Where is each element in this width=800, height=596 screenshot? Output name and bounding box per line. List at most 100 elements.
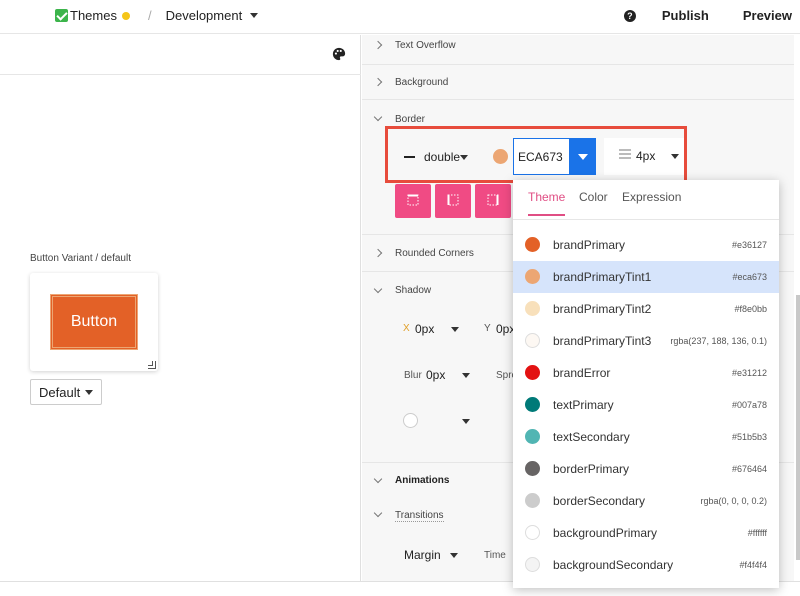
color-option[interactable]: brandPrimary #e36127 [513, 229, 779, 261]
shadow-x-input[interactable]: 0px [415, 322, 434, 336]
border-color-input[interactable]: ECA673 [513, 138, 570, 175]
color-option-value: #ffffff [747, 528, 767, 538]
shadow-x-label: X [403, 323, 410, 334]
section-title: Text Overflow [395, 40, 456, 51]
color-option[interactable]: borderPrimary #676464 [513, 453, 779, 485]
color-option-name: brandPrimaryTint3 [553, 334, 652, 348]
border-style-icon [404, 156, 415, 158]
color-option-value: #e31212 [731, 368, 767, 378]
color-option[interactable]: backgroundSecondary #f4f4f4 [513, 549, 779, 581]
tab-expression[interactable]: Expression [622, 190, 681, 214]
chevron-down-icon[interactable] [462, 373, 470, 378]
color-swatch [525, 365, 540, 380]
theme-breadcrumb: Themes / Development [55, 8, 259, 23]
environment-selector[interactable]: Development [166, 8, 259, 23]
status-dot [121, 11, 130, 20]
border-left-icon [447, 194, 459, 206]
chevron-down-icon[interactable] [373, 284, 383, 294]
chevron-down-icon[interactable] [450, 553, 458, 558]
chevron-down-icon[interactable] [462, 419, 470, 424]
border-right-icon [487, 194, 499, 206]
section-text-overflow[interactable]: Text Overflow [362, 35, 794, 65]
chevron-down-icon[interactable] [373, 112, 383, 122]
border-color-swatch[interactable] [493, 149, 508, 164]
publish-button[interactable]: Publish [662, 8, 709, 23]
section-title: Shadow [395, 285, 432, 296]
line-weight-icon [619, 149, 631, 159]
chevron-down-icon[interactable] [451, 327, 459, 332]
checkbox-icon[interactable] [55, 9, 68, 22]
chevron-right-icon [373, 77, 383, 87]
chevron-down-icon [85, 390, 93, 395]
color-option[interactable]: brandPrimaryTint3 rgba(237, 188, 136, 0.1… [513, 325, 779, 357]
demo-button[interactable]: Button [50, 294, 138, 350]
color-option-name: brandPrimary [553, 238, 626, 252]
resize-handle-icon[interactable] [148, 361, 156, 369]
border-width-select[interactable]: 4px [604, 138, 684, 175]
color-option-name: brandPrimaryTint1 [553, 270, 652, 284]
shadow-color-swatch[interactable] [403, 413, 418, 428]
color-swatch [525, 429, 540, 444]
color-option-name: brandError [553, 366, 611, 380]
shadow-blur-input[interactable]: 0px [426, 368, 445, 382]
border-style-select[interactable]: double [424, 150, 460, 164]
scrollbar[interactable] [796, 295, 800, 560]
border-top-icon [407, 194, 419, 206]
color-option-value: rgba(0, 0, 0, 0.2) [700, 496, 767, 506]
color-option[interactable]: textSecondary #51b5b3 [513, 421, 779, 453]
chevron-down-icon [671, 154, 679, 159]
shadow-blur-label: Blur [404, 370, 422, 381]
canvas-header [0, 35, 361, 75]
border-right-button[interactable] [475, 184, 511, 218]
color-option[interactable]: backgroundPrimary #ffffff [513, 517, 779, 549]
breadcrumb-separator: / [147, 8, 152, 23]
color-option[interactable]: brandPrimaryTint1 #eca673 [513, 261, 779, 293]
color-option-value: #eca673 [732, 272, 767, 282]
section-title: Animations [395, 475, 450, 486]
canvas-panel: Button Variant / default Button Default [0, 35, 361, 581]
border-left-button[interactable] [435, 184, 471, 218]
color-option-name: borderPrimary [553, 462, 630, 476]
border-width-value: 4px [636, 149, 656, 163]
section-title: Transitions [395, 510, 444, 522]
color-swatch [525, 237, 540, 252]
color-option[interactable]: brandError #e31212 [513, 357, 779, 389]
color-swatch [525, 557, 540, 572]
color-option-value: rgba(237, 188, 136, 0.1) [670, 336, 767, 346]
color-option[interactable]: textPrimary #007a78 [513, 389, 779, 421]
section-title: Background [395, 77, 449, 88]
color-swatch [525, 525, 540, 540]
border-top-button[interactable] [395, 184, 431, 218]
themes-link[interactable]: Themes [70, 8, 117, 23]
color-swatch [525, 301, 540, 316]
color-swatch [525, 461, 540, 476]
section-title: Border [395, 114, 426, 125]
color-dropdown-button[interactable] [569, 138, 596, 175]
tab-color[interactable]: Color [579, 190, 608, 214]
preview-button[interactable]: Preview [743, 8, 792, 23]
preview-card: Button [30, 273, 158, 371]
help-icon[interactable]: ? [623, 9, 636, 22]
variant-select[interactable]: Default [30, 379, 102, 405]
chevron-down-icon[interactable] [373, 474, 383, 484]
palette-icon[interactable] [332, 47, 346, 61]
color-option[interactable]: borderSecondary rgba(0, 0, 0, 0.2) [513, 485, 779, 517]
transition-property-select[interactable]: Margin [404, 548, 441, 562]
section-background[interactable]: Background [362, 65, 794, 100]
color-option-name: brandPrimaryTint2 [553, 302, 652, 316]
environment-label: Development [165, 8, 243, 23]
color-option-name: textSecondary [553, 430, 630, 444]
chevron-right-icon [373, 40, 383, 50]
color-option[interactable]: brandPrimaryTint2 #f8e0bb [513, 293, 779, 325]
color-option-value: #51b5b3 [731, 432, 767, 442]
tab-theme[interactable]: Theme [528, 190, 566, 216]
color-swatch [525, 397, 540, 412]
variant-label: Button Variant / default [30, 253, 131, 264]
color-option-value: #007a78 [731, 400, 767, 410]
variant-select-value: Default [39, 385, 81, 400]
color-option-value: #676464 [731, 464, 767, 474]
chevron-down-icon[interactable] [373, 508, 383, 518]
color-option-value: #e36127 [731, 240, 767, 250]
chevron-down-icon[interactable] [460, 155, 468, 160]
color-option-value: #f8e0bb [734, 304, 767, 314]
